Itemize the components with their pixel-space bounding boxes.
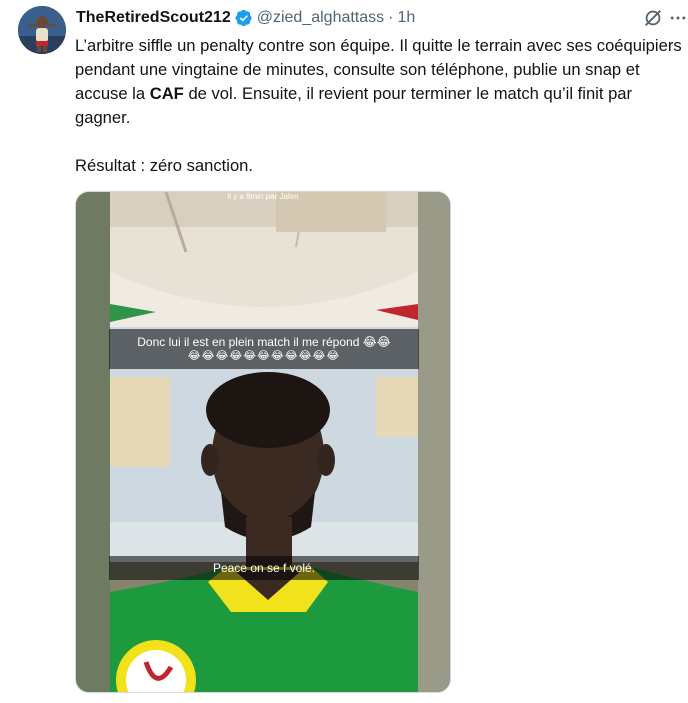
verified-badge-icon (235, 9, 252, 27)
snap-caption-top-emojis: 😂😂😂😂😂😂😂😂😂😂😂 (187, 350, 341, 362)
snap-caption-top-text: Donc lui il est en plein match il me rép… (137, 335, 391, 349)
avatar-image (18, 6, 66, 54)
avatar[interactable] (18, 6, 66, 54)
tweet-paragraph-1: L’arbitre siffle un penalty contre son é… (75, 34, 685, 130)
tweet-header: TheRetiredScout212 @zied_alghattass · 1h (76, 7, 415, 29)
timestamp[interactable]: 1h (397, 9, 415, 27)
more-options-icon[interactable] (668, 8, 688, 28)
snap-header: il y a 8min par Jalen (227, 192, 299, 201)
tweet-media[interactable]: il y a 8min par Jalen Donc lui il est en… (75, 191, 451, 693)
handle[interactable]: @zied_alghattass (257, 9, 384, 27)
snap-caption-top: Donc lui il est en plein match il me rép… (109, 329, 419, 369)
display-name[interactable]: TheRetiredScout212 (76, 9, 231, 27)
grok-icon[interactable] (642, 7, 664, 29)
separator: · (388, 9, 394, 26)
tweet-paragraph-2: Résultat : zéro sanction. (75, 156, 254, 175)
tweet-text-bold: CAF (149, 84, 184, 103)
media-image (76, 192, 450, 692)
tweet-text: L’arbitre siffle un penalty contre son é… (75, 34, 685, 178)
snap-caption-bottom: Peace on se f volé. (109, 556, 419, 580)
